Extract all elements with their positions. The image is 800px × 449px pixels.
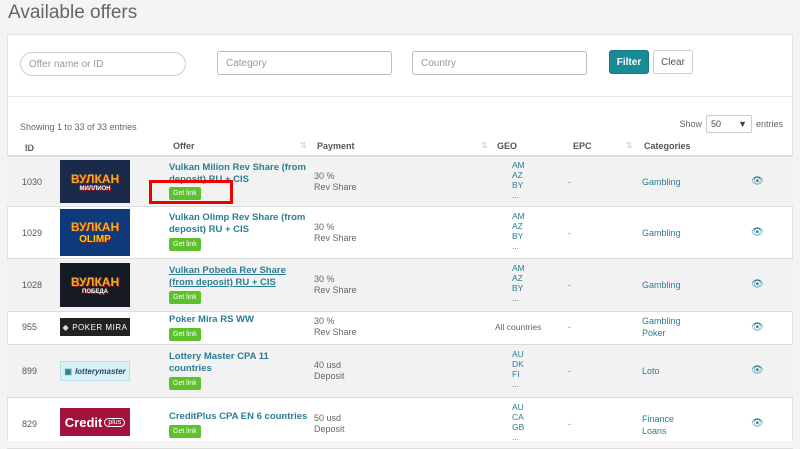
payment: 30 % Rev Share	[314, 274, 357, 295]
geo-list[interactable]: AM AZ BY...	[512, 263, 525, 303]
page-size-control: Show 50 ▼ entries	[679, 115, 783, 133]
eye-icon[interactable]: 👁	[751, 227, 764, 238]
get-link-button[interactable]: Get link	[169, 238, 201, 251]
eye-icon[interactable]: 👁	[751, 176, 764, 187]
payment: 30 % Rev Share	[314, 171, 357, 192]
table-row: 1030 ВУЛКАН МИЛЛИОН Vulkan Milion Rev Sha…	[7, 157, 793, 207]
sort-icon: ⇅	[300, 141, 307, 150]
offer-logo: Credit plus	[60, 408, 130, 436]
offer-logo: ▣ lotterymaster	[60, 361, 130, 381]
clear-button[interactable]: Clear	[653, 50, 693, 74]
get-link-button[interactable]: Get link	[169, 328, 201, 341]
column-epc[interactable]: EPC	[573, 141, 592, 151]
category-input[interactable]	[217, 51, 392, 75]
column-payment[interactable]: Payment	[317, 141, 355, 151]
page-title: Available offers	[8, 2, 138, 23]
geo-list[interactable]: AM AZ BY...	[512, 211, 525, 251]
offers-table: ID ⇵ Offer ⇅ Payment ⇅ GEO EPC ⇅ Categor…	[7, 139, 793, 449]
payment: 40 usd Deposit	[314, 360, 345, 381]
category-link[interactable]: Gambling	[642, 176, 681, 188]
offer-id: 1029	[22, 228, 43, 238]
sort-icon: ⇅	[481, 141, 488, 150]
column-geo[interactable]: GEO	[497, 141, 517, 151]
filter-bar: Filter Clear	[8, 35, 792, 97]
offer-logo: ◆ POKER MIRA	[60, 318, 130, 336]
table-row: 899 ▣ lotterymaster Lottery Master CPA 11…	[7, 345, 793, 398]
offer-name-link[interactable]: Vulkan Pobeda Rev Share (from deposit) RU…	[169, 265, 317, 289]
epc-value: -	[568, 419, 571, 429]
geo-list[interactable]: AM AZ BY...	[512, 160, 525, 200]
category-link[interactable]: Loto	[642, 365, 660, 377]
offer-id: 829	[22, 419, 38, 429]
page-size-select[interactable]: 50 ▼	[705, 115, 752, 133]
eye-icon[interactable]: 👁	[751, 365, 764, 376]
geo-all-countries: All countries	[495, 322, 542, 332]
offer-id: 1028	[22, 280, 43, 290]
category-link[interactable]: Gambling	[642, 227, 681, 239]
showing-entries-text: Showing 1 to 33 of 33 entries	[20, 122, 137, 132]
offer-name-link[interactable]: Lottery Master CPA 11 countries	[169, 351, 317, 375]
epc-value: -	[568, 280, 571, 290]
eye-icon[interactable]: 👁	[751, 418, 764, 429]
country-input[interactable]	[412, 51, 587, 75]
epc-value: -	[568, 228, 571, 238]
column-categories[interactable]: Categories	[644, 141, 691, 151]
entries-label: entries	[755, 119, 783, 129]
category-link[interactable]: Gambling	[642, 279, 681, 291]
geo-list[interactable]: AU DK FI...	[512, 349, 524, 389]
show-label: Show	[679, 119, 702, 129]
eye-icon[interactable]: 👁	[751, 279, 764, 290]
epc-value: -	[568, 322, 571, 332]
payment: 30 % Rev Share	[314, 222, 357, 243]
payment: 50 usd Deposit	[314, 413, 345, 434]
epc-value: -	[568, 366, 571, 376]
category-list[interactable]: Finance Loans	[642, 413, 674, 437]
category-list[interactable]: Gambling Poker	[642, 315, 681, 339]
offer-search-input[interactable]	[20, 52, 186, 76]
get-link-button[interactable]: Get link	[169, 425, 201, 438]
offer-id: 899	[22, 366, 38, 376]
offer-logo: ВУЛКАН ПОБЕДА	[60, 263, 130, 307]
table-header: ID ⇵ Offer ⇅ Payment ⇅ GEO EPC ⇅ Categor…	[7, 139, 793, 157]
get-link-button[interactable]: Get link	[169, 377, 201, 390]
table-row: 829 Credit plus CreditPlus CPA EN 6 count…	[7, 398, 793, 449]
offer-id: 955	[22, 322, 38, 332]
table-row: 1029 ВУЛКАН OLIMP Vulkan Olimp Rev Share …	[7, 207, 793, 259]
page-size-value: 50	[710, 119, 721, 129]
offer-id: 1030	[22, 177, 43, 187]
offer-logo: ВУЛКАН МИЛЛИОН	[60, 160, 130, 203]
offer-name-link[interactable]: Vulkan Olimp Rev Share (from deposit) RU …	[169, 212, 317, 236]
highlight-box	[149, 180, 233, 204]
column-offer[interactable]: Offer	[173, 141, 195, 151]
sort-icon: ⇅	[626, 141, 633, 150]
offer-name-link[interactable]: CreditPlus CPA EN 6 countries	[169, 411, 317, 423]
get-link-button[interactable]: Get link	[169, 291, 201, 304]
geo-list[interactable]: AU CA GB...	[512, 402, 524, 442]
offer-logo: ВУЛКАН OLIMP	[60, 209, 130, 256]
filter-button[interactable]: Filter	[609, 50, 649, 74]
payment: 30 % Rev Share	[314, 316, 357, 337]
epc-value: -	[568, 177, 571, 187]
sort-icon: ⇵	[25, 143, 32, 152]
table-row: 1028 ВУЛКАН ПОБЕДА Vulkan Pobeda Rev Shar…	[7, 259, 793, 312]
offer-name-link[interactable]: Poker Mira RS WW	[169, 314, 317, 326]
chevron-down-icon: ▼	[738, 119, 747, 129]
table-row: 955 ◆ POKER MIRA Poker Mira RS WW Get lin…	[7, 312, 793, 345]
eye-icon[interactable]: 👁	[751, 322, 764, 333]
